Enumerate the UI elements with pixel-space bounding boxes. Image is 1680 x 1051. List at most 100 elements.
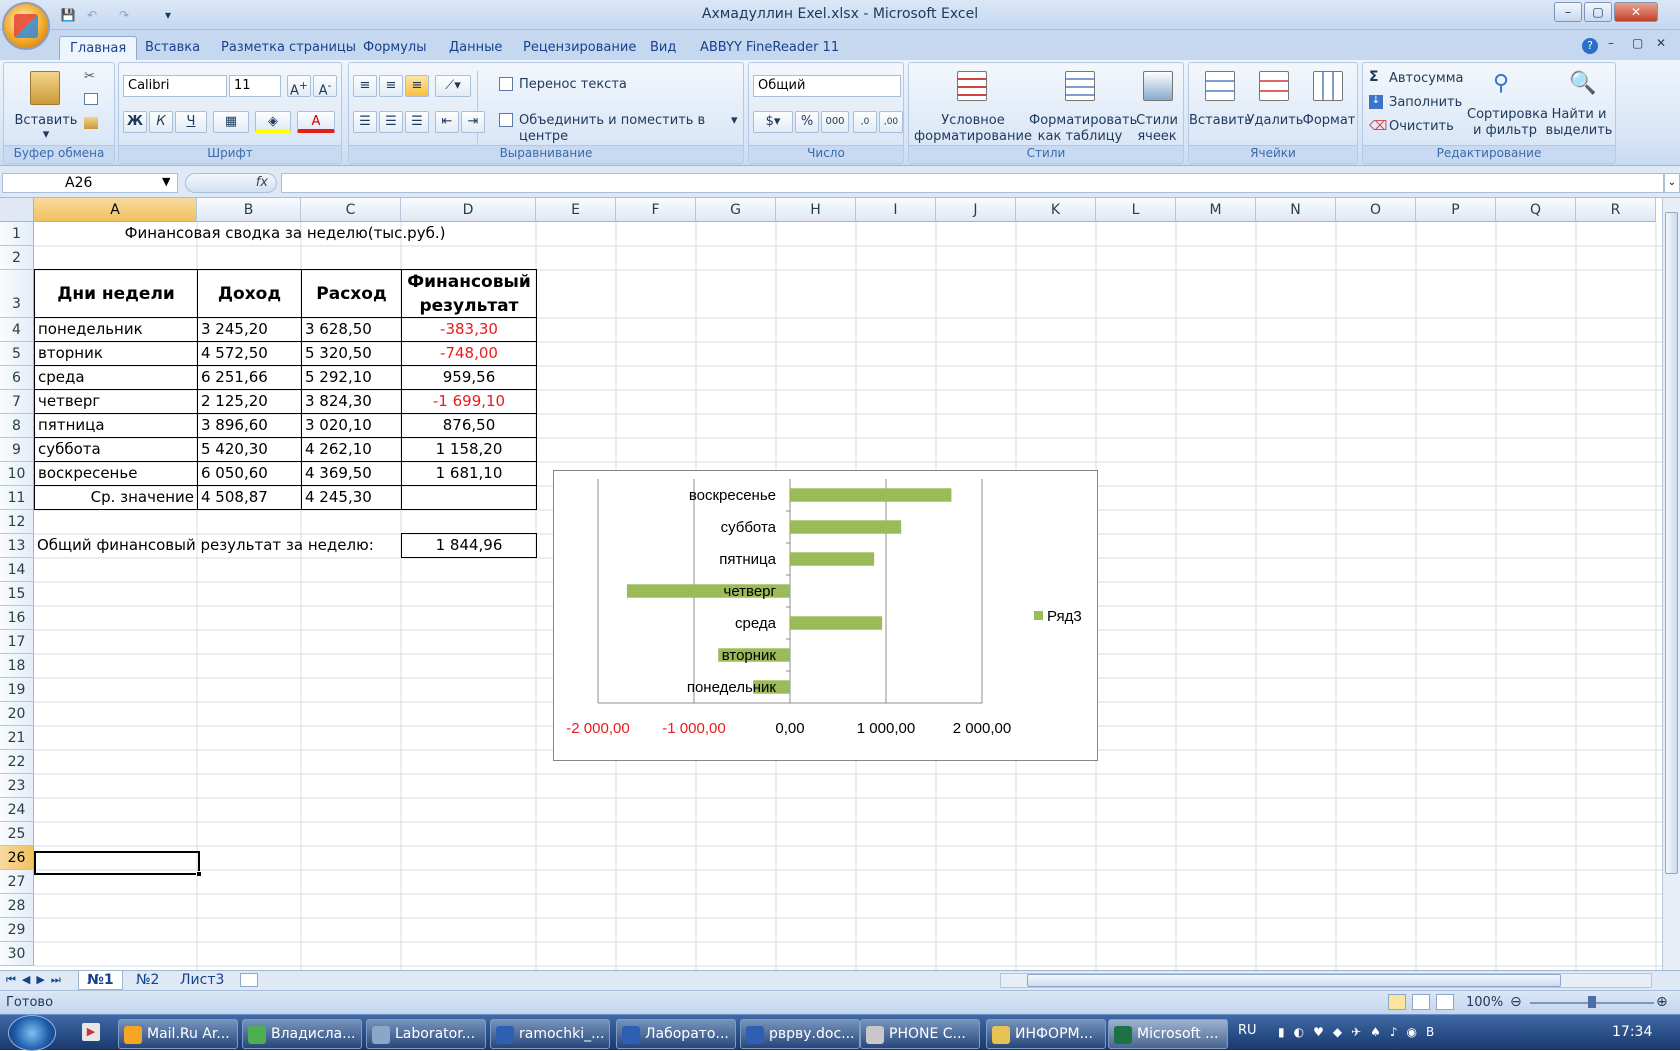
expense-cell[interactable]: 3 020,10 [301, 413, 402, 438]
zoom-slider-thumb[interactable] [1588, 996, 1596, 1008]
taskbar-item-6[interactable]: PHONE C... [860, 1019, 980, 1049]
align-bottom-icon[interactable]: ≡ [405, 75, 429, 97]
result-cell[interactable]: 1 681,10 [401, 461, 537, 486]
header-days[interactable]: Дни недели [34, 269, 198, 318]
merge-dropdown-icon[interactable]: ▾ [731, 113, 738, 129]
orientation-icon[interactable]: ⟋▾ [435, 75, 471, 97]
sheet-tab-3[interactable]: Лист3 [172, 971, 232, 990]
doc-restore-icon[interactable]: ▢ [1632, 36, 1643, 50]
sheet-nav-icons[interactable]: ⏮◀▶⏭ [6, 973, 67, 987]
worksheet-grid[interactable]: ABCDEFGHIJKLMNOPQR 1 2 3 4 5 6 7 8 9 10 11 12 13 14 15… [0, 198, 1662, 970]
column-header-i[interactable]: I [856, 198, 936, 222]
sheet-tab-2[interactable]: №2 [128, 971, 167, 990]
table-title[interactable]: Финансовая сводка за неделю(тыс.руб.) [34, 222, 536, 246]
thousands-icon[interactable]: 000 [821, 111, 849, 133]
result-cell[interactable]: -1 699,10 [401, 389, 537, 414]
wrap-text-button[interactable]: Перенос текста [519, 77, 627, 93]
paste-icon[interactable] [30, 71, 60, 105]
doc-close-icon[interactable]: ✕ [1656, 36, 1666, 50]
column-header-n[interactable]: N [1256, 198, 1336, 222]
column-header-c[interactable]: C [301, 198, 401, 222]
format-cells-button[interactable]: Формат [1301, 113, 1357, 129]
tab-home[interactable]: Главная [59, 36, 138, 60]
day-cell[interactable]: вторник [34, 341, 198, 366]
language-indicator[interactable]: RU [1238, 1023, 1257, 1038]
row-header-11[interactable]: 11 [0, 486, 34, 510]
taskbar-item-7[interactable]: ИНФОРМ... [986, 1019, 1106, 1049]
doc-minimize-icon[interactable]: – [1608, 36, 1614, 50]
income-cell[interactable]: 3 896,60 [197, 413, 302, 438]
column-header-a[interactable]: A [34, 198, 197, 222]
percent-icon[interactable]: % [795, 111, 819, 133]
fill-button[interactable]: Заполнить [1389, 95, 1462, 111]
taskbar-item-4[interactable]: Лаборато... [616, 1019, 736, 1049]
income-cell[interactable]: 3 245,20 [197, 317, 302, 342]
row-header-16[interactable]: 16 [0, 606, 34, 630]
expand-formula-icon[interactable]: ⌄ [1664, 173, 1680, 193]
row-header-25[interactable]: 25 [0, 822, 34, 846]
minimize-button[interactable]: – [1554, 2, 1582, 22]
currency-format-icon[interactable]: $▾ [753, 111, 793, 133]
column-header-p[interactable]: P [1416, 198, 1496, 222]
row-header-19[interactable]: 19 [0, 678, 34, 702]
result-cell[interactable]: -748,00 [401, 341, 537, 366]
row-header-22[interactable]: 22 [0, 750, 34, 774]
total-label[interactable]: Общий финансовый результат за неделю: [34, 534, 401, 558]
redo-icon[interactable]: ↷ [116, 7, 132, 23]
day-cell[interactable]: понедельник [34, 317, 198, 342]
column-header-o[interactable]: O [1336, 198, 1416, 222]
zoom-level[interactable]: 100% [1466, 995, 1503, 1010]
format-as-table-icon[interactable] [1065, 71, 1095, 101]
column-header-j[interactable]: J [936, 198, 1016, 222]
income-cell[interactable]: 4 572,50 [197, 341, 302, 366]
column-header-e[interactable]: E [536, 198, 616, 222]
row-header-14[interactable]: 14 [0, 558, 34, 582]
row-header-29[interactable]: 29 [0, 918, 34, 942]
save-icon[interactable]: 💾 [60, 7, 76, 23]
row-header-15[interactable]: 15 [0, 582, 34, 606]
taskbar-item-3[interactable]: ramochki_... [490, 1019, 610, 1049]
name-box-dropdown-icon[interactable]: ▼ [162, 175, 170, 188]
find-select-button[interactable]: Найти и [1543, 107, 1615, 123]
taskbar-item-1[interactable]: Владисла... [242, 1019, 362, 1049]
normal-view-icon[interactable] [1388, 994, 1406, 1010]
row-header-7[interactable]: 7 [0, 390, 34, 414]
undo-icon[interactable]: ↶ [84, 7, 100, 23]
row-header-3[interactable]: 3 [0, 270, 34, 318]
zoom-out-icon[interactable]: ⊖ [1510, 994, 1522, 1010]
taskbar-item-8[interactable]: Microsoft ... [1108, 1019, 1228, 1049]
decrease-indent-icon[interactable]: ⇤ [435, 111, 459, 133]
row-header-5[interactable]: 5 [0, 342, 34, 366]
formula-input[interactable] [281, 173, 1664, 193]
delete-cells-icon[interactable] [1259, 71, 1289, 101]
result-cell[interactable]: 1 158,20 [401, 437, 537, 462]
start-button[interactable] [8, 1015, 56, 1051]
fill-handle[interactable] [196, 871, 202, 877]
sheet-tab-1[interactable]: №1 [78, 971, 123, 990]
row-header-23[interactable]: 23 [0, 774, 34, 798]
row-header-26[interactable]: 26 [0, 846, 34, 870]
align-center-icon[interactable]: ☰ [379, 111, 403, 133]
avg-income[interactable]: 4 508,87 [197, 485, 302, 510]
expense-cell[interactable]: 4 369,50 [301, 461, 402, 486]
page-break-view-icon[interactable] [1436, 994, 1454, 1010]
tray-icons[interactable]: ▮◐♥◆✈♠♪◉B [1278, 1025, 1443, 1039]
header-expense[interactable]: Расход [301, 269, 402, 318]
taskbar-item-5[interactable]: рврву.doc... [740, 1019, 860, 1049]
italic-button[interactable]: К [149, 111, 173, 133]
align-top-icon[interactable]: ≡ [353, 75, 377, 97]
decrease-decimal-icon[interactable]: ,00 [879, 111, 903, 133]
autosum-button[interactable]: Автосумма [1389, 71, 1464, 87]
taskbar-item-2[interactable]: Laborator... [366, 1019, 486, 1049]
expense-cell[interactable]: 4 262,10 [301, 437, 402, 462]
column-header-l[interactable]: L [1096, 198, 1176, 222]
paste-dropdown-icon[interactable]: ▾ [40, 127, 52, 143]
row-header-6[interactable]: 6 [0, 366, 34, 390]
row-header-17[interactable]: 17 [0, 630, 34, 654]
sort-filter-icon[interactable]: ⚲ [1493, 71, 1509, 96]
row-header-28[interactable]: 28 [0, 894, 34, 918]
header-income[interactable]: Доход [197, 269, 302, 318]
find-select-icon[interactable]: 🔍 [1569, 71, 1596, 96]
column-header-k[interactable]: K [1016, 198, 1096, 222]
income-cell[interactable]: 6 251,66 [197, 365, 302, 390]
